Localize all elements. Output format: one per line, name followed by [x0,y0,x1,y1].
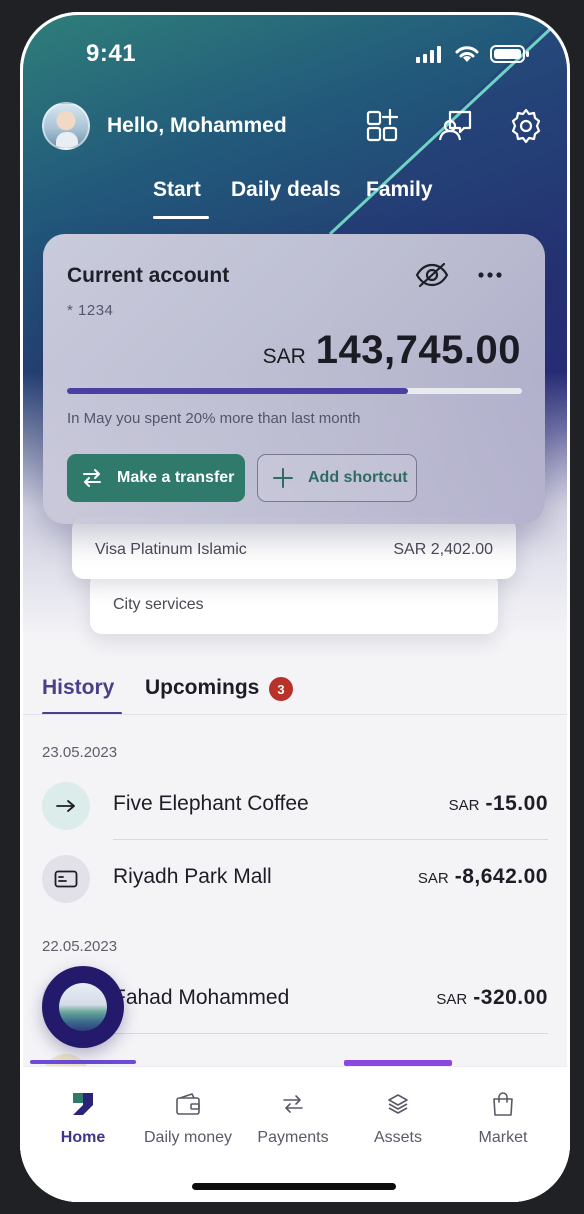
tab-family[interactable]: Family [366,178,433,202]
make-transfer-button[interactable]: Make a transfer [67,454,245,502]
transfer-icon [83,469,101,487]
tab-upcomings[interactable]: Upcomings [145,676,259,700]
settings-gear-icon[interactable] [506,106,546,146]
nav-market[interactable]: Market [450,1089,556,1147]
nav-label: Market [478,1129,528,1146]
date-header: 22.05.2023 [42,938,118,955]
top-tabs: Start Daily deals Family [20,178,570,234]
tab-start[interactable]: Start [153,178,201,202]
status-icons [416,44,530,64]
transaction-currency: SAR [436,991,468,1008]
wallet-icon [135,1089,241,1119]
stacked-card-label: City services [113,596,204,613]
nav-label: Home [60,1129,106,1146]
widgets-icon[interactable] [364,106,404,146]
stacked-card-amount: SAR 2,402.00 [393,541,493,558]
bottom-navigation: Home Daily money Payments Assets Market [20,1066,570,1202]
tab-daily-deals[interactable]: Daily deals [231,178,341,202]
avatar[interactable] [42,102,90,150]
transaction-row[interactable]: Riyadh Park Mall SAR -8,642.00 [42,849,548,911]
transaction-amount: SAR -15.00 [449,792,548,816]
transaction-value: -8,642.00 [454,865,548,888]
add-shortcut-label: Add shortcut [308,469,408,486]
nav-home[interactable]: Home [30,1089,136,1147]
home-indicator [192,1183,396,1190]
stacked-card-city-services[interactable]: City services [90,572,498,634]
status-time: 9:41 [86,40,137,67]
active-tab-indicator [153,216,209,219]
transaction-value: -320.00 [473,986,548,1009]
header: Hello, Mohammed [20,100,570,150]
transfer-icon [240,1089,346,1119]
more-options-icon[interactable] [473,262,507,288]
support-chat-icon[interactable] [436,106,476,146]
history-tabs: History Upcomings 3 [20,672,570,722]
phone-screen: 9:41 Hello, Mohammed Start Daily deals F… [20,12,570,1202]
decorative-bar [30,1060,136,1064]
transaction-name: Five Elephant Coffee [113,792,309,815]
greeting: Hello, Mohammed [107,114,287,137]
balance-currency: SAR [262,345,306,368]
nav-label: Assets [373,1129,422,1146]
layers-icon [345,1089,451,1119]
transaction-name: Riyadh Park Mall [113,865,272,888]
assistant-floating-button[interactable] [42,966,124,1048]
tab-history[interactable]: History [42,676,114,700]
transaction-currency: SAR [417,870,449,887]
transaction-value: -15.00 [485,792,548,815]
upcoming-count-badge: 3 [269,677,293,701]
row-separator [113,839,548,840]
wifi-icon [455,46,479,62]
nav-assets[interactable]: Assets [345,1089,451,1147]
balance-amount: 143,745.00 [315,328,521,372]
current-account-card[interactable]: Current account * 1234 SAR 143,745.00 In… [43,234,545,524]
signal-icon [416,46,441,63]
stacked-card-visa[interactable]: Visa Platinum Islamic SAR 2,402.00 [72,517,516,579]
spending-progress-bar [67,388,522,394]
assistant-orb-icon [59,983,107,1031]
battery-icon [490,45,529,63]
account-title: Current account [67,264,230,287]
account-number: * 1234 [67,302,114,319]
arrow-right-icon [42,782,90,830]
account-balance: SAR 143,745.00 [263,328,521,373]
home-icon [30,1089,136,1119]
card-icon [42,855,90,903]
row-separator [113,1033,548,1034]
transaction-amount: SAR -320.00 [436,986,548,1010]
nav-label: Payments [257,1129,329,1146]
bag-icon [450,1089,556,1119]
date-header: 23.05.2023 [42,744,118,761]
history-divider [20,714,570,715]
spending-progress-fill [67,388,409,394]
transaction-row[interactable]: Five Elephant Coffee SAR -15.00 [42,776,548,840]
hide-balance-eye-icon[interactable] [415,262,449,288]
transaction-name: Fahad Mohammed [113,986,290,1009]
status-bar: 9:41 [20,40,570,70]
stacked-card-label: Visa Platinum Islamic [95,541,247,558]
nav-label: Daily money [143,1129,233,1146]
plus-icon [273,468,293,488]
add-shortcut-button[interactable]: Add shortcut [257,454,417,502]
make-transfer-label: Make a transfer [117,469,235,486]
nav-daily-money[interactable]: Daily money [135,1089,241,1147]
spending-note: In May you spent 20% more than last mont… [67,410,361,427]
transaction-currency: SAR [448,797,480,814]
nav-payments[interactable]: Payments [240,1089,346,1147]
transaction-amount: SAR -8,642.00 [418,865,548,889]
